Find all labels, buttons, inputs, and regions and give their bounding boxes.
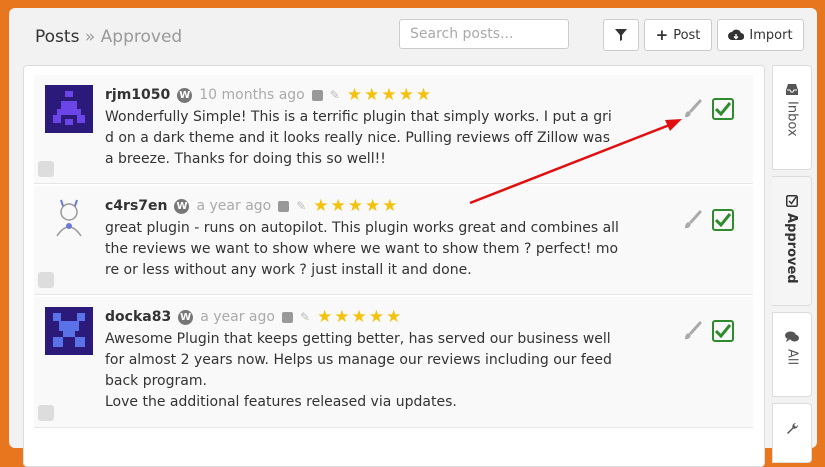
tab-all-label: All xyxy=(784,349,800,366)
check-icon xyxy=(715,213,731,227)
review-item: docka83 W a year ago ✎ ★ ★ ★ ★ ★ Awesome Plu… xyxy=(34,297,753,428)
review-text: Awesome Plugin that keeps getting better… xyxy=(105,329,620,413)
review-time: 10 months ago xyxy=(199,87,305,103)
star-icon: ★ xyxy=(364,85,380,105)
review-author: c4rs7en xyxy=(105,198,168,214)
check-icon xyxy=(715,102,731,116)
star-icon: ★ xyxy=(415,85,432,105)
brush-icon[interactable] xyxy=(682,210,702,230)
star-icon: ★ xyxy=(334,307,350,327)
approve-checkbox[interactable] xyxy=(712,209,734,231)
add-post-button[interactable]: + Post xyxy=(644,19,712,51)
star-icon: ★ xyxy=(368,307,384,327)
tab-all[interactable]: All xyxy=(772,312,812,397)
star-icon: ★ xyxy=(365,196,381,216)
search-input[interactable] xyxy=(399,19,569,49)
edit-icon[interactable]: ✎ xyxy=(296,199,306,213)
review-time: a year ago xyxy=(200,309,275,325)
breadcrumb-separator: » xyxy=(84,27,96,47)
select-checkbox[interactable] xyxy=(38,272,54,288)
import-button[interactable]: Import xyxy=(717,19,804,51)
filter-button[interactable] xyxy=(603,19,639,51)
wrench-icon xyxy=(786,422,798,434)
edit-icon[interactable]: ✎ xyxy=(300,310,310,324)
comments-icon xyxy=(785,331,799,342)
wordpress-icon: W xyxy=(177,87,193,103)
review-text-paragraph: Love the additional features released vi… xyxy=(105,394,457,410)
cloud-download-icon xyxy=(728,29,745,41)
tab-approved-label: Approved xyxy=(784,213,799,284)
star-icon: ★ xyxy=(398,85,414,105)
star-rating: ★ ★ ★ ★ ★ xyxy=(347,85,431,105)
avatar xyxy=(45,196,93,244)
avatar xyxy=(45,85,93,133)
star-icon: ★ xyxy=(346,85,363,105)
check-square-icon xyxy=(785,195,798,207)
review-text: Wonderfully Simple! This is a terrific p… xyxy=(105,109,612,167)
brush-icon[interactable] xyxy=(682,99,702,119)
external-link-icon[interactable] xyxy=(281,311,293,323)
star-icon: ★ xyxy=(382,196,398,216)
external-link-icon[interactable] xyxy=(311,89,323,101)
review-author: rjm1050 xyxy=(105,87,171,103)
review-meta: docka83 W a year ago ✎ ★ ★ ★ ★ ★ xyxy=(105,307,401,327)
import-button-label: Import xyxy=(749,27,793,43)
star-rating: ★ ★ ★ ★ ★ xyxy=(313,196,397,216)
review-meta: rjm1050 W 10 months ago ✎ ★ ★ ★ ★ ★ xyxy=(105,85,431,105)
post-button-label: Post xyxy=(673,27,701,43)
inbox-icon xyxy=(786,84,798,95)
external-link-icon[interactable] xyxy=(278,200,290,212)
review-actions xyxy=(682,98,734,120)
tab-inbox-label: Inbox xyxy=(784,101,800,137)
star-icon: ★ xyxy=(330,196,346,216)
review-time: a year ago xyxy=(196,198,272,214)
review-item: c4rs7en W a year ago ✎ ★ ★ ★ ★ ★ great plugi… xyxy=(34,186,753,295)
brush-icon[interactable] xyxy=(682,321,702,341)
select-checkbox[interactable] xyxy=(38,405,54,421)
posts-panel: Posts » Approved + Post Import xyxy=(9,8,817,467)
plus-icon: + xyxy=(655,26,669,44)
review-list: rjm1050 W 10 months ago ✎ ★ ★ ★ ★ ★ Wonderfu… xyxy=(23,65,765,467)
star-icon: ★ xyxy=(313,196,329,216)
wordpress-icon: W xyxy=(174,198,190,214)
review-actions xyxy=(682,320,734,342)
page-title: Posts » Approved xyxy=(35,27,182,47)
tab-settings[interactable] xyxy=(772,403,812,463)
star-rating: ★ ★ ★ ★ ★ xyxy=(317,307,401,327)
review-author: docka83 xyxy=(105,309,172,325)
wordpress-icon: W xyxy=(178,309,194,325)
star-icon: ★ xyxy=(381,85,397,105)
review-text: great plugin - runs on autopilot. This p… xyxy=(105,220,619,278)
star-icon: ★ xyxy=(317,307,333,327)
edit-icon[interactable]: ✎ xyxy=(330,88,340,102)
title-text: Posts xyxy=(35,27,80,47)
approve-checkbox[interactable] xyxy=(712,98,734,120)
avatar xyxy=(45,307,93,355)
star-icon: ★ xyxy=(351,307,367,327)
filter-icon xyxy=(615,29,627,41)
tab-inbox[interactable]: Inbox xyxy=(772,65,812,170)
breadcrumb-approved: Approved xyxy=(100,27,183,47)
check-icon xyxy=(715,324,731,338)
review-meta: c4rs7en W a year ago ✎ ★ ★ ★ ★ ★ xyxy=(105,196,398,216)
review-actions xyxy=(682,209,734,231)
select-checkbox[interactable] xyxy=(38,161,54,177)
approve-checkbox[interactable] xyxy=(712,320,734,342)
tab-approved[interactable]: Approved xyxy=(772,176,812,306)
review-text-paragraph: Awesome Plugin that keeps getting better… xyxy=(105,331,612,389)
star-icon: ★ xyxy=(386,307,402,327)
review-item: rjm1050 W 10 months ago ✎ ★ ★ ★ ★ ★ Wonderfu… xyxy=(34,75,753,184)
star-icon: ★ xyxy=(347,196,364,216)
